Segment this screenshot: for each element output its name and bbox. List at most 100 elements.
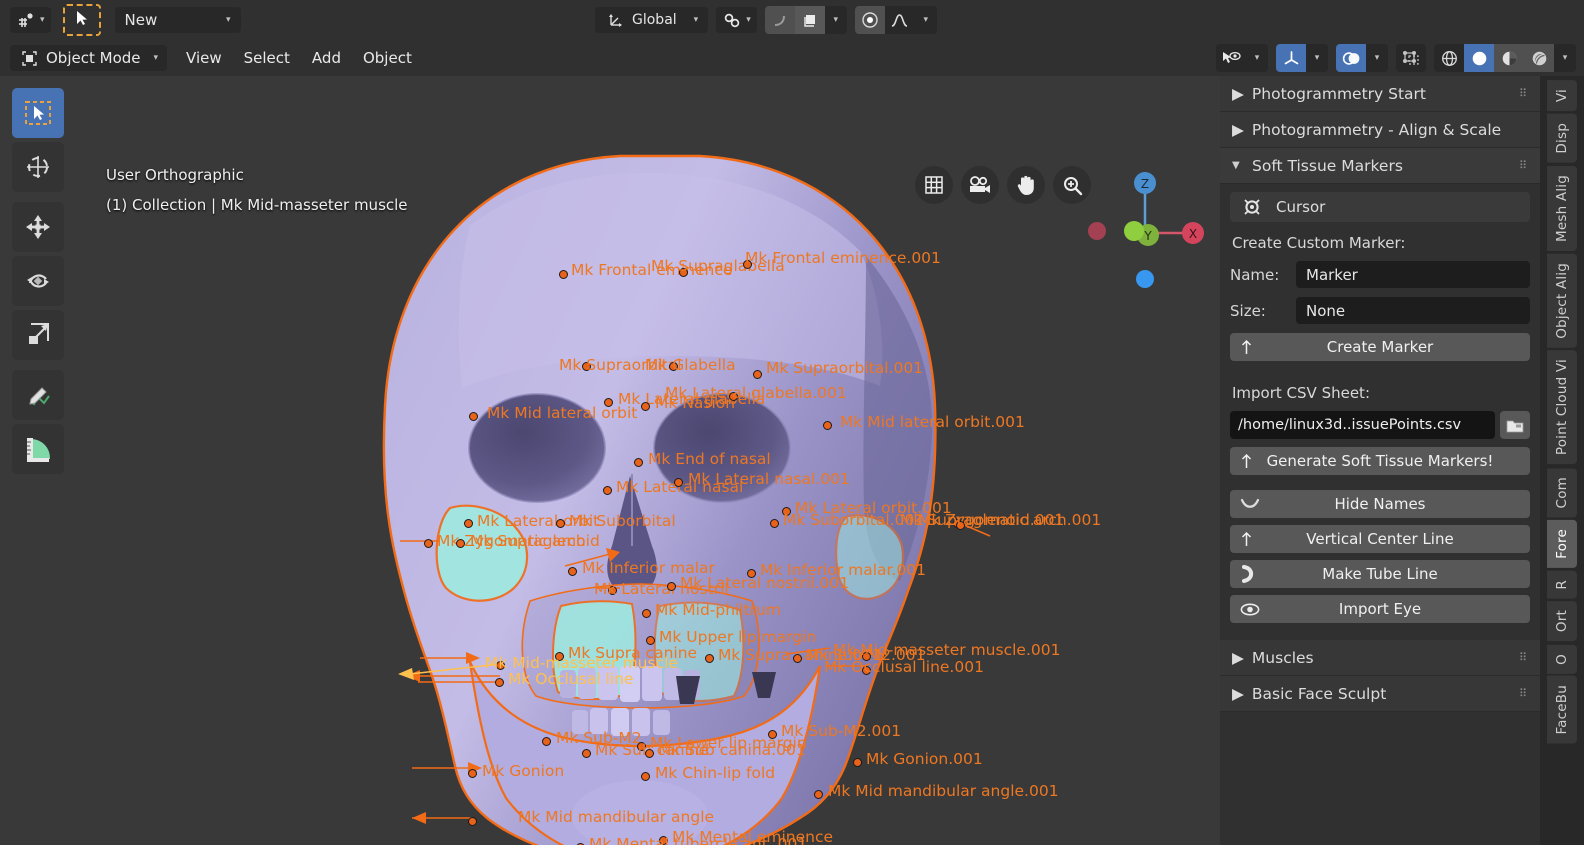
axis-gizmo[interactable]: Z X Y xyxy=(1080,161,1210,291)
shading-group[interactable]: ▾ xyxy=(1434,44,1576,72)
pivot-group[interactable]: ▾ xyxy=(764,6,847,34)
marker-dot[interactable] xyxy=(582,362,591,371)
marker-dot[interactable] xyxy=(469,412,478,421)
marker-dot[interactable] xyxy=(782,507,791,516)
panel-grip-icon[interactable]: ⠿ xyxy=(1519,159,1528,172)
marker-dot[interactable] xyxy=(642,609,651,618)
proportional-toggle[interactable] xyxy=(854,6,885,34)
sidebar-tab-fore[interactable]: Fore xyxy=(1547,519,1577,568)
marker-dot[interactable] xyxy=(542,737,551,746)
marker-dot[interactable] xyxy=(753,370,762,379)
sidebar-tab-point-cloud-vi[interactable]: Point Cloud Vi xyxy=(1547,350,1577,465)
marker-dot[interactable] xyxy=(729,392,738,401)
nav-grid-button[interactable] xyxy=(915,166,953,204)
3d-viewport[interactable]: User Orthographic (1) Collection | Mk Mi… xyxy=(0,76,1220,845)
marker-dot[interactable] xyxy=(424,539,433,548)
marker-dot[interactable] xyxy=(603,486,612,495)
transform-orientation-button[interactable]: Global ▾ xyxy=(595,7,709,33)
snap-falloff-group[interactable]: ▾ xyxy=(854,6,937,34)
marker-dot[interactable] xyxy=(608,586,617,595)
proportional-editing-toggle[interactable] xyxy=(764,6,795,34)
marker-dot[interactable] xyxy=(556,519,565,528)
marker-dot[interactable] xyxy=(705,654,714,663)
marker-dot[interactable] xyxy=(568,567,577,576)
marker-size-input[interactable]: None xyxy=(1296,297,1530,324)
sidebar-tab-disp[interactable]: Disp xyxy=(1547,114,1577,163)
axis-y-negative[interactable] xyxy=(1124,221,1144,241)
marker-dot[interactable] xyxy=(793,654,802,663)
overlays-toggle[interactable] xyxy=(1336,44,1366,72)
marker-dot[interactable] xyxy=(456,539,465,548)
create-marker-button[interactable]: Create Marker xyxy=(1230,333,1530,361)
marker-dot[interactable] xyxy=(862,666,871,675)
marker-dot[interactable] xyxy=(464,519,473,528)
object-visibility-button[interactable] xyxy=(1216,44,1246,72)
sidebar-tab-facebu[interactable]: FaceBu xyxy=(1547,676,1577,744)
pivot-dropdown[interactable]: ▾ xyxy=(825,6,847,34)
marker-dot[interactable] xyxy=(496,661,505,670)
marker-dot[interactable] xyxy=(641,772,650,781)
menu-object[interactable]: Object xyxy=(352,45,423,71)
marker-dot[interactable] xyxy=(768,730,777,739)
make-tube-line-button[interactable]: Make Tube Line xyxy=(1230,560,1530,588)
sidebar-tab-vi[interactable]: Vi xyxy=(1547,80,1577,112)
marker-dot[interactable] xyxy=(559,270,568,279)
overlay-group[interactable]: ▾ xyxy=(1336,44,1388,72)
pivot-point-button[interactable] xyxy=(794,6,825,34)
csv-browse-button[interactable] xyxy=(1500,411,1530,439)
marker-dot[interactable] xyxy=(555,652,564,661)
overlays-dropdown[interactable]: ▾ xyxy=(1366,44,1388,72)
editor-type-button[interactable]: ▾ xyxy=(10,7,51,33)
csv-path-input[interactable]: /home/linux3d..issuePoints.csv xyxy=(1230,411,1495,439)
panel-grip-icon[interactable]: ⠿ xyxy=(1519,687,1528,700)
marker-dot[interactable] xyxy=(770,519,779,528)
gizmo-toggle[interactable] xyxy=(1276,44,1306,72)
marker-dot[interactable] xyxy=(747,569,756,578)
vertical-center-line-button[interactable]: Vertical Center Line xyxy=(1230,525,1530,553)
shading-wireframe-button[interactable] xyxy=(1434,44,1464,72)
marker-dot[interactable] xyxy=(667,582,676,591)
marker-dot[interactable] xyxy=(468,769,477,778)
marker-dot[interactable] xyxy=(669,362,678,371)
panel-muscles[interactable]: ▶ Muscles ⠿ xyxy=(1220,640,1540,676)
marker-dot[interactable] xyxy=(495,678,504,687)
shading-rendered-button[interactable] xyxy=(1524,44,1554,72)
marker-dot[interactable] xyxy=(604,398,613,407)
marker-dot[interactable] xyxy=(823,421,832,430)
generate-markers-button[interactable]: Generate Soft Tissue Markers! xyxy=(1230,447,1530,475)
panel-grip-icon[interactable]: ⠿ xyxy=(1519,87,1528,100)
panel-soft-tissue-markers[interactable]: ▼ Soft Tissue Markers ⠿ xyxy=(1220,148,1540,184)
xray-group[interactable] xyxy=(1396,44,1426,72)
marker-dot[interactable] xyxy=(468,817,477,826)
marker-dot[interactable] xyxy=(641,402,650,411)
shading-solid-button[interactable] xyxy=(1464,44,1494,72)
menu-add[interactable]: Add xyxy=(301,45,352,71)
shading-dropdown[interactable]: ▾ xyxy=(1554,44,1576,72)
axis-z-negative[interactable] xyxy=(1136,270,1154,288)
panel-photogrammetry-align-scale[interactable]: ▶ Photogrammetry - Align & Scale xyxy=(1220,112,1540,148)
sidebar-tab-o[interactable]: O xyxy=(1547,644,1577,674)
visibility-group[interactable]: ▾ xyxy=(1216,44,1268,72)
scene-dropdown[interactable]: New ▾ xyxy=(114,7,241,33)
marker-dot[interactable] xyxy=(582,749,591,758)
panel-photogrammetry-start[interactable]: ▶ Photogrammetry Start ⠿ xyxy=(1220,76,1540,112)
menu-view[interactable]: View xyxy=(175,45,233,71)
sidebar-tab-object-alig[interactable]: Object Alig xyxy=(1547,253,1577,348)
marker-dot[interactable] xyxy=(674,478,683,487)
object-mode-dropdown[interactable]: Object Mode ▾ xyxy=(10,45,168,71)
menu-select[interactable]: Select xyxy=(233,45,301,71)
marker-dot[interactable] xyxy=(645,749,654,758)
sidebar-tab-mesh-alig[interactable]: Mesh Alig xyxy=(1547,165,1577,251)
falloff-dropdown[interactable]: ▾ xyxy=(915,6,937,34)
sidebar-tab-r[interactable]: R xyxy=(1547,570,1577,599)
cursor-selector[interactable]: Cursor xyxy=(1230,192,1530,222)
visibility-dropdown[interactable]: ▾ xyxy=(1246,44,1268,72)
marker-dot[interactable] xyxy=(814,790,823,799)
marker-dot[interactable] xyxy=(853,758,862,767)
sidebar-tab-ort[interactable]: Ort xyxy=(1547,601,1577,642)
nav-pan-button[interactable] xyxy=(1007,166,1045,204)
panel-grip-icon[interactable]: ⠿ xyxy=(1519,651,1528,664)
shading-material-button[interactable] xyxy=(1494,44,1524,72)
import-eye-button[interactable]: Import Eye xyxy=(1230,595,1530,623)
gizmo-dropdown[interactable]: ▾ xyxy=(1306,44,1328,72)
